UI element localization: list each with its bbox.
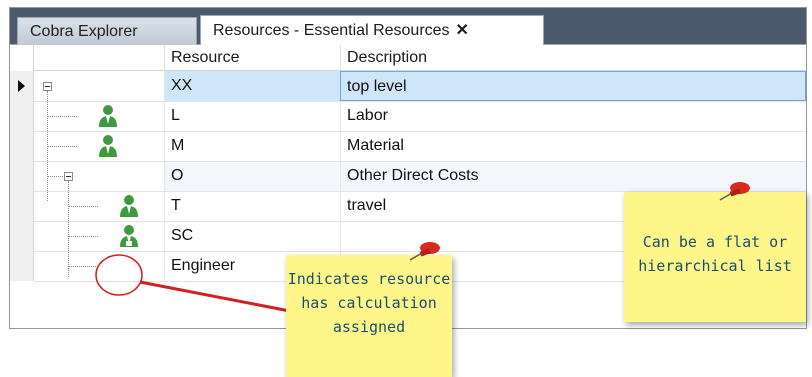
- tab-strip: Cobra Explorer Resources - Essential Res…: [10, 8, 806, 45]
- header-row-selector: [10, 45, 34, 71]
- table-row[interactable]: O Other Direct Costs: [10, 161, 806, 191]
- column-header-description[interactable]: Description: [340, 45, 806, 71]
- table-row[interactable]: XX top level: [10, 71, 806, 101]
- resource-cell[interactable]: O: [164, 161, 340, 191]
- resource-cell[interactable]: XX: [164, 71, 340, 101]
- description-cell[interactable]: top level: [340, 71, 806, 101]
- tree-line: [68, 181, 69, 277]
- resource-person-icon: [99, 135, 117, 157]
- resource-cell[interactable]: T: [164, 191, 340, 221]
- row-selector[interactable]: [10, 101, 34, 131]
- resource-person-icon: [99, 105, 117, 127]
- close-icon[interactable]: ✕: [456, 16, 469, 46]
- note-line: assigned: [332, 318, 406, 336]
- tree-line: [68, 266, 98, 267]
- tree-line: [47, 176, 63, 177]
- tree-line: [47, 146, 77, 147]
- note-line: Can be a flat or: [642, 233, 788, 251]
- grid-header: Resource Description: [10, 45, 806, 71]
- tree-line: [47, 116, 77, 117]
- sticky-note-calculation: Indicates resource has calculation assig…: [286, 255, 452, 377]
- calculated-resource-person-icon: [120, 225, 138, 247]
- note-line: hierarchical list: [638, 257, 792, 275]
- table-row[interactable]: M Material: [10, 131, 806, 161]
- row-selector[interactable]: [10, 221, 34, 251]
- description-cell[interactable]: Labor: [340, 101, 806, 131]
- row-divider: [34, 131, 806, 132]
- sticky-note-list: Can be a flat or hierarchical list: [624, 192, 806, 322]
- push-pin-icon: [409, 242, 440, 261]
- tab-label: Cobra Explorer: [30, 23, 138, 40]
- resource-cell[interactable]: SC: [164, 221, 340, 251]
- tab-cobra-explorer[interactable]: Cobra Explorer: [17, 17, 197, 45]
- row-divider: [34, 101, 806, 102]
- tree-line: [68, 206, 98, 207]
- tab-label: Resources - Essential Resources: [213, 22, 450, 39]
- table-row[interactable]: L Labor: [10, 101, 806, 131]
- note-line: Indicates resource: [287, 270, 451, 288]
- resource-cell[interactable]: M: [164, 131, 340, 161]
- push-pin-icon: [719, 182, 750, 201]
- resource-person-icon: [120, 195, 138, 217]
- row-selector[interactable]: [10, 191, 34, 221]
- current-row-arrow-icon: [18, 80, 25, 92]
- resource-cell[interactable]: L: [164, 101, 340, 131]
- description-cell[interactable]: Material: [340, 131, 806, 161]
- row-selector[interactable]: [10, 71, 34, 101]
- collapse-toggle-icon[interactable]: [64, 172, 73, 181]
- collapse-toggle-icon[interactable]: [43, 82, 52, 91]
- column-header-resource[interactable]: Resource: [164, 45, 340, 71]
- row-divider: [34, 161, 806, 162]
- tree-line: [68, 236, 98, 237]
- row-selector[interactable]: [10, 251, 34, 281]
- row-selector[interactable]: [10, 131, 34, 161]
- note-line: has calculation: [301, 294, 437, 312]
- tab-resources[interactable]: Resources - Essential Resources ✕: [200, 15, 544, 45]
- row-selector[interactable]: [10, 161, 34, 191]
